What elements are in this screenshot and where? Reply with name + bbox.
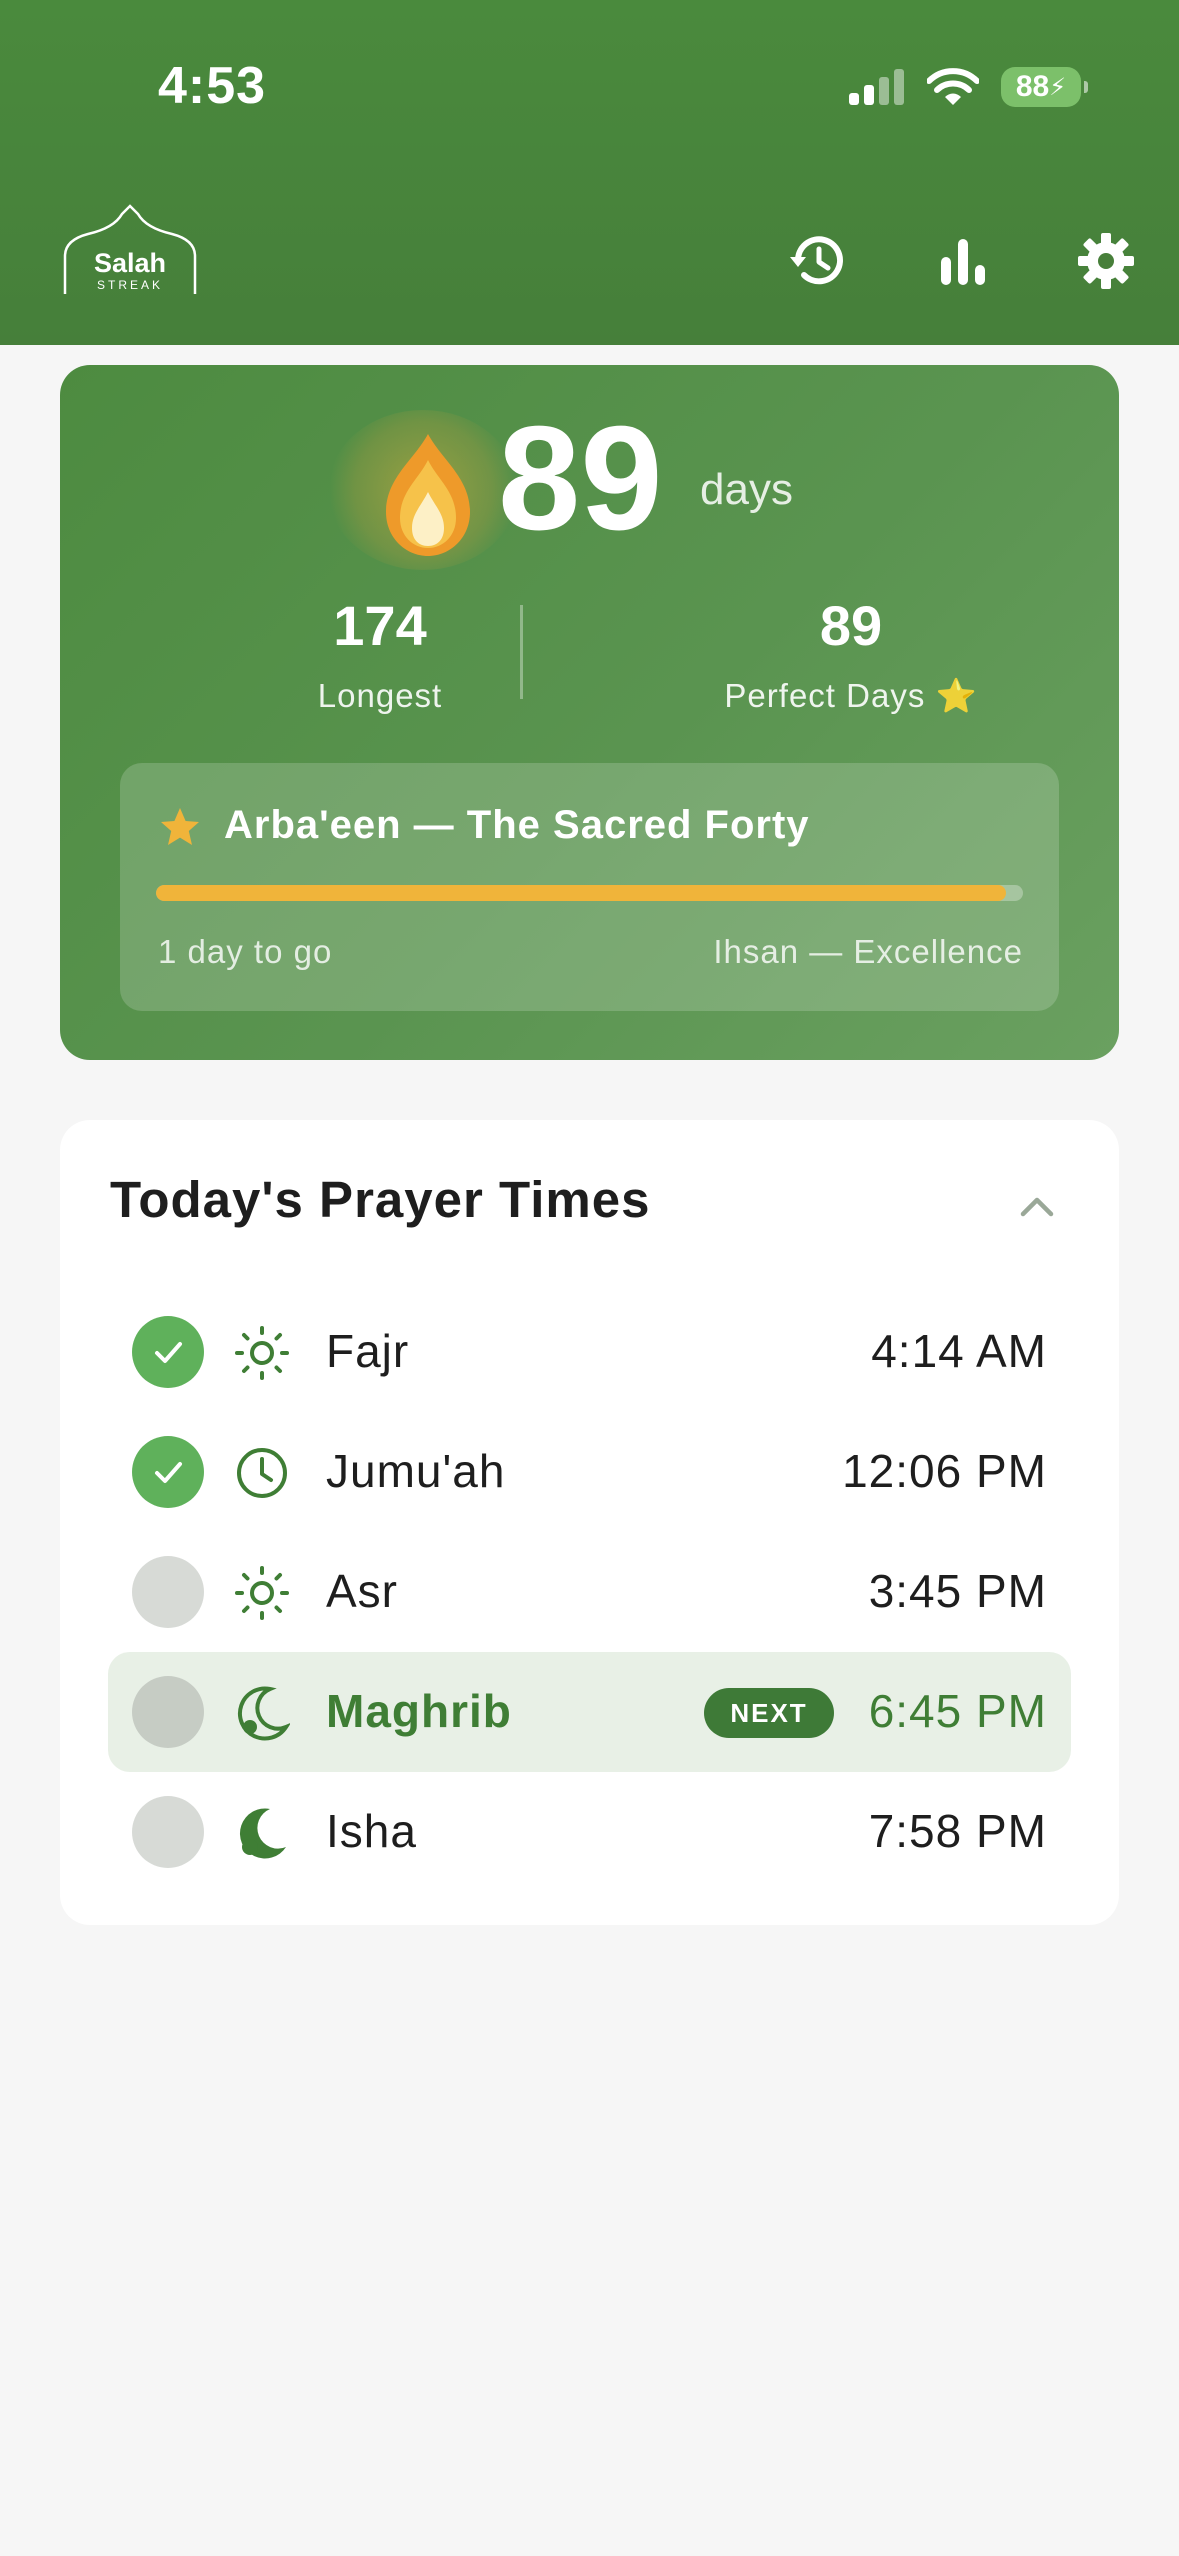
next-prayer-badge: NEXT <box>704 1688 834 1738</box>
flame-icon <box>386 434 470 556</box>
prayer-row-asr[interactable]: Asr 3:45 PM <box>108 1532 1071 1652</box>
prayer-name: Maghrib <box>326 1685 512 1737</box>
logo-subtitle: STREAK <box>96 278 163 292</box>
milestone-title: Arba'een — The Sacred Forty <box>224 803 810 847</box>
milestone-remaining: 1 day to go <box>158 933 333 970</box>
prayer-time: 4:14 AM <box>871 1325 1047 1377</box>
checkmark-icon <box>155 1342 182 1363</box>
settings-button[interactable] <box>1071 226 1141 296</box>
stats-button[interactable] <box>928 226 998 296</box>
prayer-row-isha[interactable]: Isha 7:58 PM <box>108 1772 1071 1892</box>
sun-icon <box>234 1565 290 1621</box>
status-time: 4:53 <box>158 57 267 115</box>
prayer-time: 7:58 PM <box>868 1805 1047 1857</box>
gear-icon <box>1078 233 1134 289</box>
prayer-name: Isha <box>326 1805 417 1857</box>
perfect-days-value: 89 <box>819 594 883 657</box>
prayer-checkbox[interactable] <box>132 1556 204 1628</box>
prayer-time: 3:45 PM <box>868 1565 1047 1617</box>
prayer-times-title: Today's Prayer Times <box>110 1171 651 1228</box>
chevron-up-icon <box>1020 1197 1054 1217</box>
checkmark-icon <box>155 1462 182 1483</box>
bar-chart-icon <box>941 239 985 285</box>
battery-level: 88 <box>1015 70 1050 103</box>
collapse-button[interactable] <box>1013 1182 1061 1230</box>
crescent-moon-icon <box>234 1805 290 1861</box>
milestone-progress-bar <box>156 885 1023 901</box>
prayer-name: Jumu'ah <box>326 1445 506 1497</box>
streak-unit: days <box>700 465 793 514</box>
longest-streak-value: 174 <box>333 594 427 657</box>
history-button[interactable] <box>783 226 853 296</box>
sun-icon <box>234 1325 290 1381</box>
prayer-row-maghrib[interactable]: Maghrib NEXT 6:45 PM <box>108 1652 1071 1772</box>
streak-count: 89 <box>498 396 663 561</box>
prayer-row-fajr[interactable]: Fajr 4:14 AM <box>108 1292 1071 1412</box>
wifi-icon <box>927 68 979 105</box>
star-icon <box>161 808 199 845</box>
stat-divider <box>520 605 523 699</box>
prayer-checkbox[interactable] <box>132 1316 204 1388</box>
prayer-checkbox[interactable] <box>132 1796 204 1868</box>
milestone-panel: Arba'een — The Sacred Forty 1 day to go … <box>120 763 1059 1011</box>
prayer-times-card: Today's Prayer Times Fajr 4:14 AM Jumu'ah 1… <box>60 1120 1119 1925</box>
app-header: 4:53 88 ⚡ Salah STREAK <box>0 0 1179 345</box>
prayer-row-jumuah[interactable]: Jumu'ah 12:06 PM <box>108 1412 1071 1532</box>
battery-indicator: 88 ⚡ <box>1001 67 1088 107</box>
status-icons: 88 ⚡ <box>847 64 1088 110</box>
prayer-name: Fajr <box>326 1325 410 1377</box>
milestone-level: Ihsan — Excellence <box>713 933 1023 970</box>
flame-badge <box>328 410 518 570</box>
prayer-time: 6:45 PM <box>868 1685 1047 1737</box>
prayer-name: Asr <box>326 1565 398 1617</box>
charging-bolt-icon: ⚡ <box>1049 73 1067 101</box>
clock-icon <box>234 1445 290 1501</box>
cellular-signal-icon <box>849 69 904 105</box>
streak-card: 89 days 174 Longest 89 Perfect Days ⭐ Ar… <box>60 365 1119 1060</box>
history-icon <box>790 236 843 285</box>
prayer-checkbox[interactable] <box>132 1676 204 1748</box>
prayer-checkbox[interactable] <box>132 1436 204 1508</box>
app-logo: Salah STREAK <box>62 204 198 296</box>
logo-title: Salah <box>93 248 167 278</box>
crescent-moon-icon <box>234 1685 292 1741</box>
perfect-days-label: Perfect Days ⭐ <box>724 677 978 714</box>
milestone-progress-fill <box>156 885 1006 901</box>
prayer-time: 12:06 PM <box>842 1445 1047 1497</box>
